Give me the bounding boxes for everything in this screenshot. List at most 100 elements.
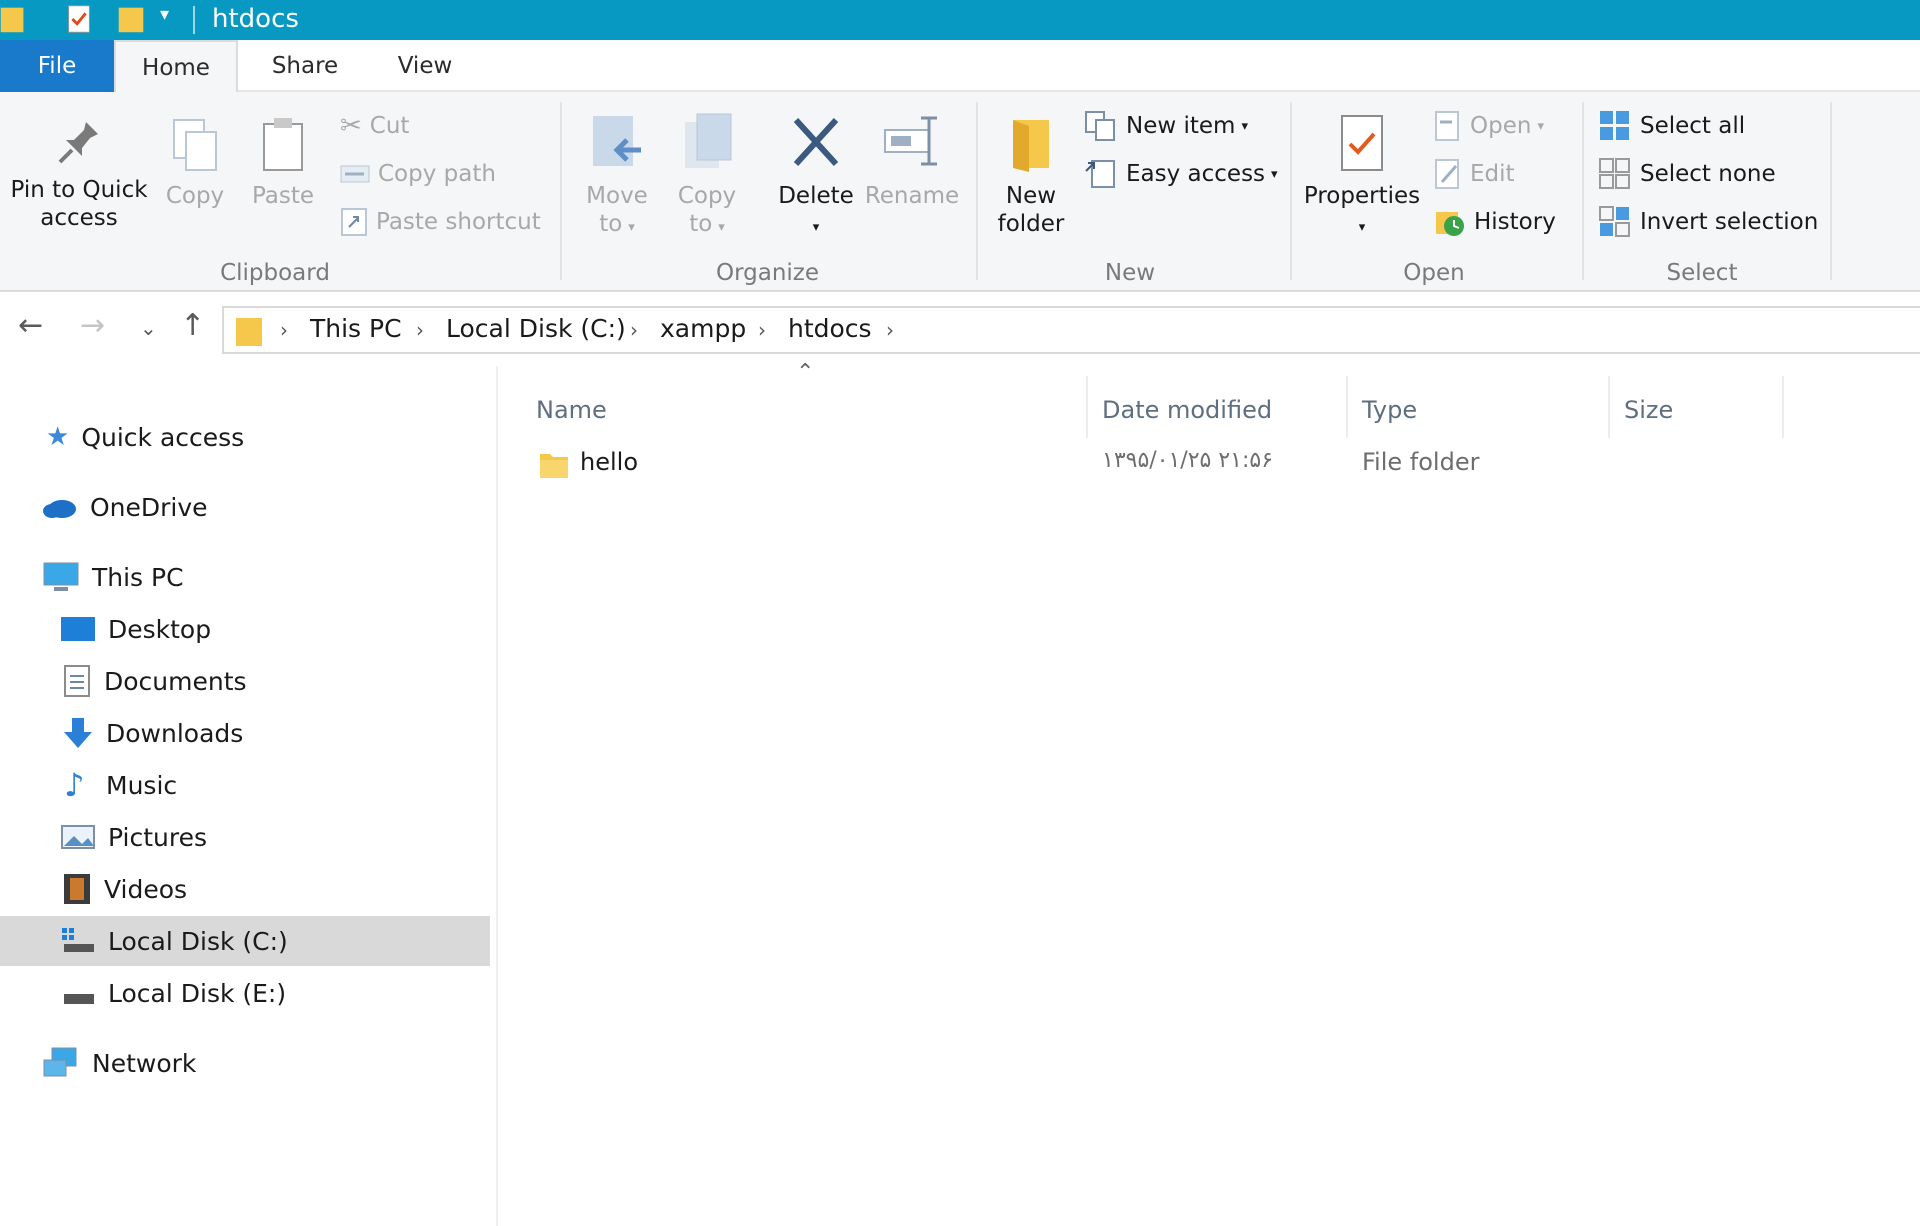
- column-header-type[interactable]: Type: [1362, 396, 1417, 424]
- column-separator[interactable]: [1608, 376, 1610, 438]
- copy-icon: [173, 119, 217, 171]
- nav-network-label: Network: [92, 1048, 197, 1078]
- invert-selection-button[interactable]: Invert selection: [1598, 204, 1818, 240]
- folder-icon: [236, 318, 262, 346]
- group-label-open: Open: [1403, 260, 1465, 286]
- nav-quick-access[interactable]: ★ Quick access: [0, 412, 490, 462]
- nav-desktop[interactable]: Desktop: [0, 604, 490, 654]
- paste-label: Paste: [251, 183, 315, 209]
- tab-share[interactable]: Share: [250, 40, 360, 92]
- copy-to-label-2: to: [689, 211, 713, 237]
- nav-this-pc[interactable]: This PC: [0, 552, 490, 602]
- new-item-button[interactable]: New item ▾: [1084, 108, 1248, 144]
- network-icon: [43, 1047, 77, 1077]
- nav-videos[interactable]: Videos: [0, 864, 490, 914]
- breadcrumb-chevron-icon: ›: [630, 318, 638, 342]
- file-list: ⌃ Name Date modified Type Size hello ۱۳۹…: [500, 360, 1920, 1226]
- cut-button[interactable]: ✂ Cut: [340, 108, 409, 144]
- nav-downloads[interactable]: Downloads: [0, 708, 490, 758]
- select-none-button[interactable]: Select none: [1598, 156, 1776, 192]
- paste-shortcut-label: Paste shortcut: [376, 209, 541, 235]
- edit-button[interactable]: Edit: [1434, 156, 1515, 192]
- select-all-button[interactable]: Select all: [1598, 108, 1745, 144]
- back-arrow-icon[interactable]: ←: [18, 308, 43, 343]
- nav-pictures[interactable]: Pictures: [0, 812, 490, 862]
- delete-button[interactable]: Delete ▾: [774, 112, 858, 242]
- pin-label-2: access: [40, 205, 118, 231]
- rename-label: Rename: [864, 183, 960, 209]
- file-type: File folder: [1362, 448, 1480, 476]
- new-folder-label-2: folder: [997, 211, 1065, 237]
- properties-button[interactable]: Properties ▾: [1300, 112, 1424, 242]
- forward-arrow-icon[interactable]: →: [80, 308, 105, 343]
- pin-to-quick-access-button[interactable]: Pin to Quick access: [4, 116, 154, 232]
- paste-icon: [263, 118, 303, 171]
- chevron-down-icon: ▾: [812, 220, 820, 235]
- breadcrumb-chevron-icon[interactable]: ›: [886, 318, 894, 342]
- chevron-down-icon: ▾: [1537, 118, 1544, 134]
- rename-button[interactable]: Rename: [864, 112, 960, 210]
- move-label-2: to: [599, 211, 623, 237]
- column-header-name[interactable]: Name: [536, 396, 607, 424]
- customize-qat-icon[interactable]: ▾: [160, 4, 169, 38]
- title-separator: [193, 6, 195, 34]
- move-to-icon: [593, 116, 641, 166]
- column-header-date-modified[interactable]: Date modified: [1102, 396, 1272, 424]
- column-separator[interactable]: [1086, 376, 1088, 438]
- address-bar[interactable]: › This PC › Local Disk (C:) › xampp › ht…: [222, 306, 1920, 354]
- easy-access-button[interactable]: Easy access ▾: [1084, 156, 1278, 192]
- group-separator: [976, 102, 978, 280]
- easy-access-icon: [1085, 160, 1115, 188]
- copy-to-label-1: Copy: [677, 183, 737, 209]
- new-folder-quick-icon[interactable]: [116, 2, 146, 36]
- nav-music[interactable]: ♪ Music: [0, 760, 490, 810]
- group-separator: [1830, 102, 1832, 280]
- documents-icon: [64, 665, 90, 697]
- group-label-select: Select: [1666, 260, 1738, 286]
- new-folder-button[interactable]: New folder: [990, 112, 1072, 238]
- open-button[interactable]: Open ▾: [1434, 108, 1544, 144]
- film-icon: [64, 874, 90, 904]
- history-icon: [1436, 212, 1464, 236]
- nav-local-disk-c[interactable]: Local Disk (C:): [0, 916, 490, 966]
- copy-path-button[interactable]: Copy path: [340, 156, 496, 192]
- breadcrumb-htdocs[interactable]: htdocs: [788, 314, 872, 343]
- breadcrumb-xampp[interactable]: xampp: [660, 314, 746, 343]
- copy-path-label: Copy path: [378, 161, 496, 187]
- up-arrow-icon[interactable]: ↑: [180, 308, 205, 343]
- window-title: htdocs: [212, 4, 299, 34]
- tab-home[interactable]: Home: [114, 40, 238, 94]
- history-button[interactable]: History: [1434, 204, 1556, 240]
- column-separator[interactable]: [1782, 376, 1784, 438]
- nav-local-disk-c-label: Local Disk (C:): [108, 926, 288, 956]
- select-none-label: Select none: [1640, 161, 1776, 187]
- column-separator[interactable]: [1346, 376, 1348, 438]
- copy-button[interactable]: Copy: [160, 116, 230, 210]
- group-separator: [1582, 102, 1584, 280]
- nav-pictures-label: Pictures: [108, 822, 207, 852]
- move-to-button[interactable]: Move to ▾: [578, 112, 656, 242]
- column-header-size[interactable]: Size: [1624, 396, 1673, 424]
- paste-shortcut-button[interactable]: Paste shortcut: [340, 204, 541, 240]
- chevron-down-icon: ▾: [1271, 166, 1278, 182]
- paste-button[interactable]: Paste: [248, 116, 318, 210]
- tab-view[interactable]: View: [370, 40, 480, 92]
- nav-documents[interactable]: Documents: [0, 656, 490, 706]
- breadcrumb-chevron-icon: ›: [416, 318, 424, 342]
- properties-quick-icon[interactable]: [66, 2, 92, 36]
- new-item-icon: [1085, 111, 1115, 141]
- breadcrumb-this-pc[interactable]: This PC: [310, 314, 402, 343]
- nav-network[interactable]: Network: [0, 1038, 490, 1088]
- nav-onedrive[interactable]: OneDrive: [0, 482, 490, 532]
- nav-local-disk-e[interactable]: Local Disk (E:): [0, 968, 490, 1018]
- invert-selection-label: Invert selection: [1640, 209, 1819, 235]
- table-row[interactable]: hello ۱۳۹۵/۰۱/۲۵ ۲۱:۵۶ File folder: [530, 436, 1790, 492]
- copy-to-button[interactable]: Copy to ▾: [668, 112, 746, 242]
- breadcrumb-local-disk-c[interactable]: Local Disk (C:): [446, 314, 626, 343]
- select-all-label: Select all: [1640, 113, 1746, 139]
- select-none-icon: [1599, 158, 1630, 189]
- paste-shortcut-icon: [341, 208, 367, 236]
- desktop-icon: [61, 617, 95, 641]
- recent-locations-chevron-icon[interactable]: ⌄: [140, 316, 157, 340]
- tab-file[interactable]: File: [0, 40, 114, 92]
